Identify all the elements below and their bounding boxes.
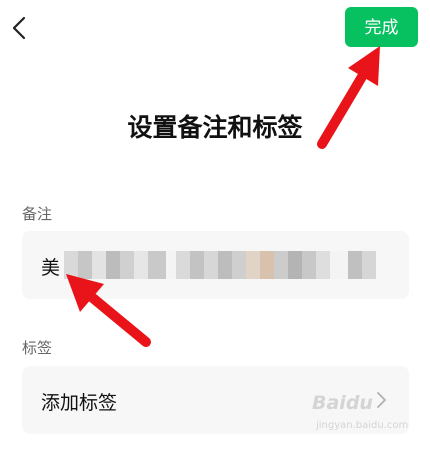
back-button[interactable] — [6, 10, 30, 46]
remark-section-label: 备注 — [22, 205, 53, 223]
tag-section-label: 标签 — [22, 339, 53, 357]
remark-input[interactable]: 美 — [22, 231, 409, 299]
page-title: 设置备注和标签 — [127, 113, 303, 142]
add-tag-label: 添加标签 — [41, 392, 118, 414]
chevron-left-icon — [12, 16, 26, 40]
done-button[interactable]: 完成 — [345, 7, 418, 47]
remark-value: 美 — [41, 257, 61, 279]
baidu-watermark: Baidu jingyan.baidu.com — [312, 392, 409, 431]
blurred-remark-text — [64, 250, 394, 280]
